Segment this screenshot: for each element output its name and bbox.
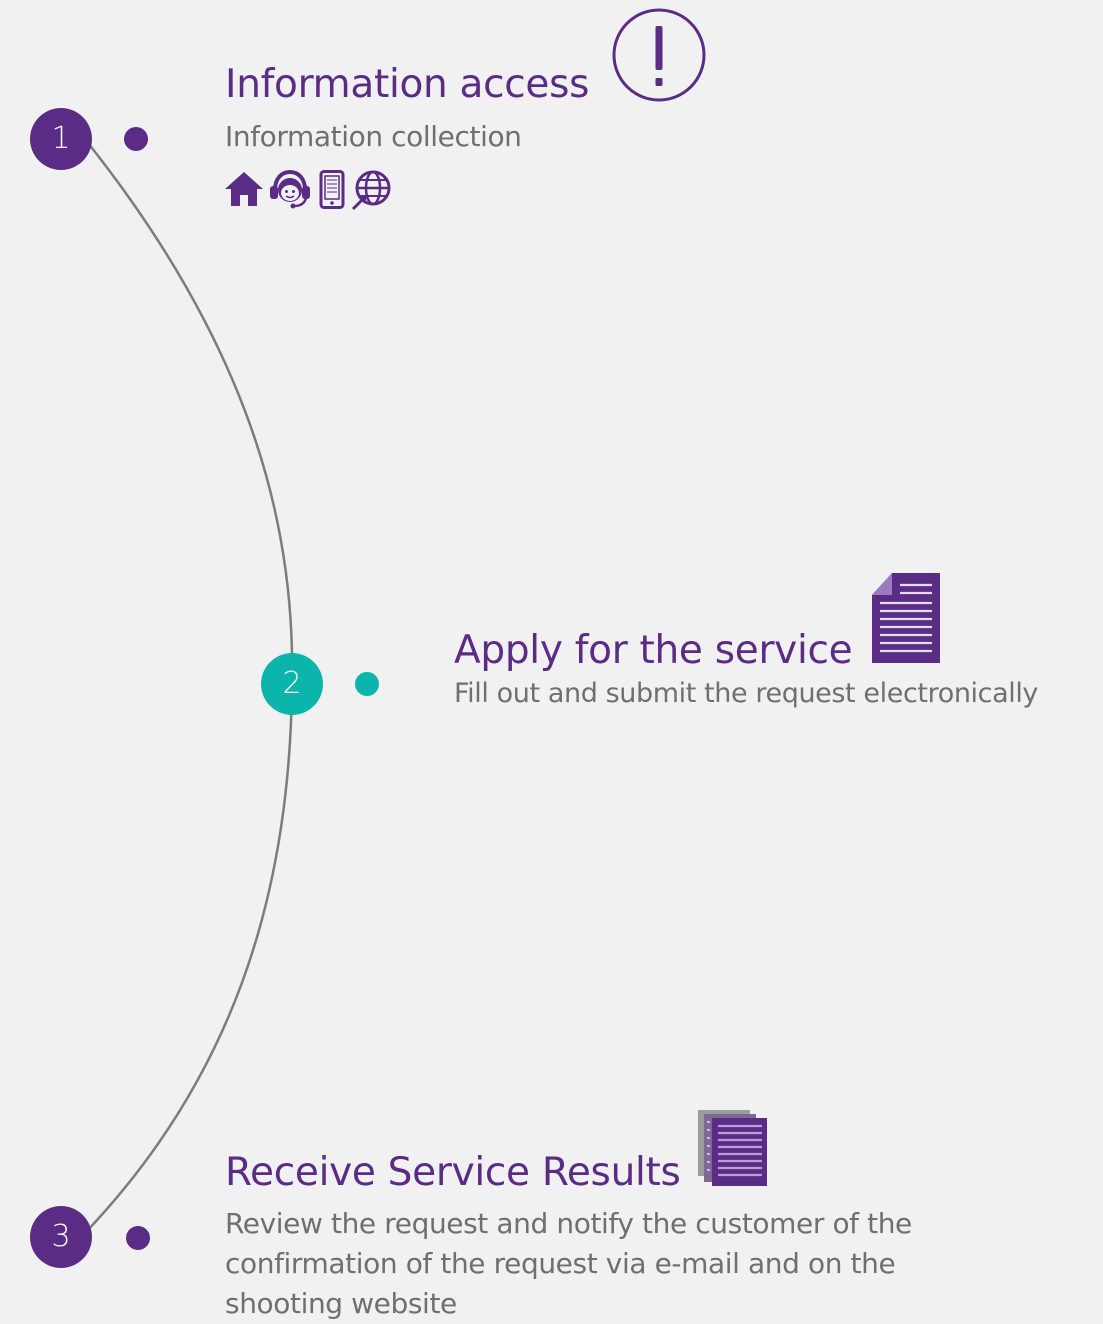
mobile-phone-icon [319,170,345,209]
home-icon [225,172,263,206]
step-2-number: 2 [282,666,302,701]
step-2-number-badge: 2 [261,653,323,715]
step-2-dot [355,672,379,696]
step-3-number: 3 [51,1219,71,1254]
step-1-title: Information access [225,62,590,107]
exclamation-circle-icon [612,8,706,102]
step-3-number-badge: 3 [30,1206,92,1268]
step-3-description: Review the request and notify the custom… [225,1207,912,1320]
stacked-documents-icon [698,1110,767,1186]
step-3-dot [126,1226,150,1250]
step-1-number-badge: 1 [30,108,92,170]
step-2-description: Fill out and submit the request electron… [454,678,1038,709]
step-2-title: Apply for the service [454,628,853,673]
headset-support-icon [270,169,310,209]
step-3-title: Receive Service Results [225,1150,681,1195]
step-1-dot [124,127,148,151]
globe-cursor-icon [351,170,391,211]
step-1-number: 1 [51,121,71,156]
document-icon [872,573,940,663]
step-1-description: Information collection [225,120,522,153]
